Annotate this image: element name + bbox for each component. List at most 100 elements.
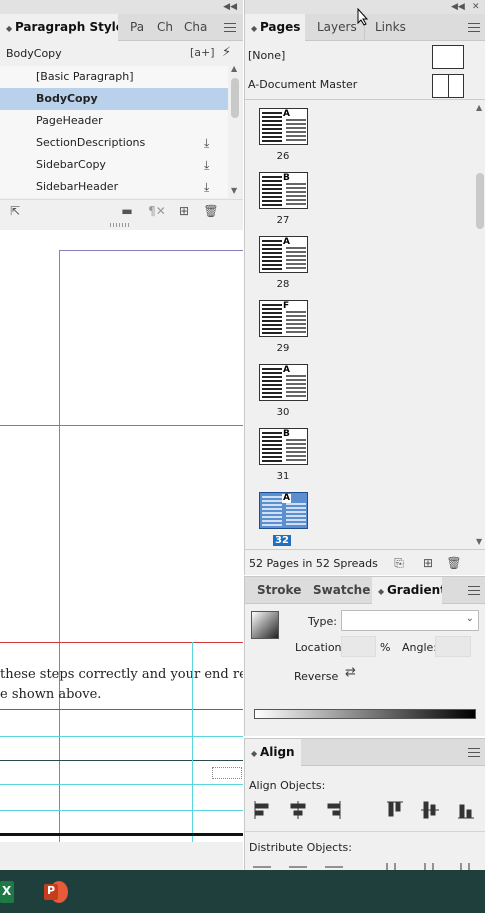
text-line-1[interactable]: these steps correctly and your end resul… <box>0 667 243 682</box>
edit-page-size-icon[interactable]: ⎘ <box>390 555 408 571</box>
styles-scrollbar[interactable]: ▲ ▼ <box>228 64 242 198</box>
tab-ch[interactable]: Ch <box>151 14 177 41</box>
align-vertical-centers-icon[interactable] <box>421 801 439 819</box>
gradient-ramp[interactable] <box>254 709 476 719</box>
page-thumbnail[interactable]: A <box>259 492 308 529</box>
tab-stroke[interactable]: Stroke <box>251 577 301 604</box>
import-style-icon: ⤓ <box>204 158 210 172</box>
align-top-edges-icon[interactable] <box>387 801 403 817</box>
new-style-from-selection-icon[interactable]: [a+] <box>190 46 215 59</box>
delete-page-icon[interactable]: 🗑 <box>446 555 462 571</box>
list-item-label: PageHeader <box>36 114 103 127</box>
thumb-master-letter: F <box>282 301 291 311</box>
folder-icon[interactable]: ▬ <box>119 203 135 219</box>
tab-align[interactable]: ◆ Align <box>245 739 301 766</box>
panel-menu-icon[interactable] <box>468 586 480 595</box>
location-input[interactable] <box>341 636 376 657</box>
placeholder-frame[interactable] <box>212 767 242 779</box>
cyan-guide <box>0 784 243 785</box>
thumb-left-page <box>262 368 282 398</box>
tab-swatches[interactable]: Swatches <box>307 577 371 604</box>
panel-menu-icon[interactable] <box>224 23 236 32</box>
new-page-icon[interactable]: ⊞ <box>420 555 436 571</box>
scroll-up-icon[interactable]: ▲ <box>476 103 482 112</box>
panel-menu-icon[interactable] <box>468 23 480 32</box>
pages-scrollbar[interactable]: ▲ ▼ <box>473 101 485 549</box>
lightning-icon[interactable]: ⚡ <box>222 45 231 60</box>
tab-pages[interactable]: ◆ Pages <box>245 14 305 41</box>
delete-icon[interactable]: 🗑 <box>203 203 219 219</box>
tab-grip-icon: ◆ <box>251 749 260 758</box>
page-thumbnail[interactable]: A <box>259 364 308 401</box>
thumb-left-page <box>262 496 282 526</box>
page-thumbnail[interactable]: B <box>259 428 308 465</box>
collapse-panel-icon[interactable]: ◀◀ <box>223 0 237 14</box>
resize-grip-icon[interactable] <box>110 223 130 227</box>
panel-title-strip: ◀◀ <box>0 0 243 14</box>
tab-pa[interactable]: Pa <box>124 14 148 41</box>
mouse-cursor-icon <box>357 8 369 26</box>
pages-status-text: 52 Pages in 52 Spreads <box>249 557 378 570</box>
scroll-thumb[interactable] <box>231 78 239 118</box>
chevron-down-icon: ⌄ <box>465 613 474 624</box>
thumb-master-letter: A <box>282 365 291 375</box>
angle-input[interactable] <box>435 636 471 657</box>
tab-paragraph-styles[interactable]: ◆ Paragraph Styles <box>0 14 118 41</box>
thumb-right-page <box>286 247 306 271</box>
thumb-master-letter: A <box>282 237 291 247</box>
align-left-edges-icon[interactable] <box>254 801 269 819</box>
tab-cha[interactable]: Cha <box>178 14 210 41</box>
close-panel-icon[interactable]: ✕ <box>472 0 480 14</box>
styles-list: [Basic Paragraph] BodyCopy PageHeader Se… <box>0 66 228 198</box>
import-style-icon: ⤓ <box>204 136 210 150</box>
scroll-thumb[interactable] <box>476 173 484 229</box>
list-item-label: [Basic Paragraph] <box>36 70 134 83</box>
align-panel: ◆ Align Align Objects: Distribute Object… <box>244 738 485 871</box>
align-horizontal-centers-icon[interactable] <box>290 801 306 819</box>
scroll-down-icon[interactable]: ▼ <box>476 537 482 546</box>
thumb-left-page <box>262 304 282 334</box>
align-right-edges-icon[interactable] <box>327 801 341 819</box>
thumb-right-page <box>286 439 306 463</box>
excel-letter: X <box>2 884 12 898</box>
page-thumbnail[interactable]: B <box>259 172 308 209</box>
text-frame-top-guide <box>0 642 243 643</box>
list-item[interactable]: [Basic Paragraph] <box>0 66 228 88</box>
list-item-selected[interactable]: BodyCopy <box>0 88 228 110</box>
master-a[interactable]: A-Document Master <box>245 71 485 99</box>
list-item[interactable]: SidebarHeader ⤓ <box>0 176 228 198</box>
cyan-guide <box>0 810 243 811</box>
panel-menu-icon[interactable] <box>468 748 480 757</box>
percent-label: % <box>380 641 391 654</box>
master-thumb <box>432 74 464 98</box>
gradient-swatch-preview[interactable] <box>251 611 279 639</box>
align-objects-icons <box>254 801 474 819</box>
scroll-down-icon[interactable]: ▼ <box>231 186 237 195</box>
master-none[interactable]: [None] <box>245 42 485 70</box>
align-bottom-edges-icon[interactable] <box>458 804 474 819</box>
tab-links[interactable]: Links <box>369 14 413 41</box>
type-select[interactable]: ⌄ <box>341 610 479 631</box>
list-item[interactable]: PageHeader <box>0 110 228 132</box>
scroll-up-icon[interactable]: ▲ <box>231 64 237 73</box>
list-item[interactable]: SidebarCopy ⤓ <box>0 154 228 176</box>
page-thumbnail[interactable]: A <box>259 236 308 273</box>
list-item[interactable]: SectionDescriptions ⤓ <box>0 132 228 154</box>
load-styles-icon[interactable]: ⇱ <box>7 203 23 219</box>
excel-app-icon[interactable]: X <box>0 881 14 903</box>
document-canvas[interactable]: these steps correctly and your end resul… <box>0 230 243 870</box>
tab-grip-icon: ◆ <box>378 587 387 596</box>
align-objects-label: Align Objects: <box>249 779 326 792</box>
collapse-panel-icon[interactable]: ◀◀ <box>451 0 465 14</box>
tab-paragraph-styles-label: Paragraph Styles <box>14 20 118 34</box>
page-number: 32 <box>273 535 291 546</box>
reverse-gradient-icon[interactable]: ⇄ <box>345 665 363 681</box>
new-style-icon[interactable]: ⊞ <box>176 203 192 219</box>
page-thumbnail[interactable]: F <box>259 300 308 337</box>
clear-overrides-icon[interactable]: ¶✕ <box>147 203 167 219</box>
powerpoint-app-icon[interactable]: P <box>44 880 68 904</box>
text-line-2[interactable]: e shown above. <box>0 687 101 702</box>
page-thumbnail[interactable]: A <box>259 108 308 145</box>
tab-gradient[interactable]: ◆ Gradient <box>372 577 442 604</box>
import-style-icon: ⤓ <box>204 180 210 194</box>
